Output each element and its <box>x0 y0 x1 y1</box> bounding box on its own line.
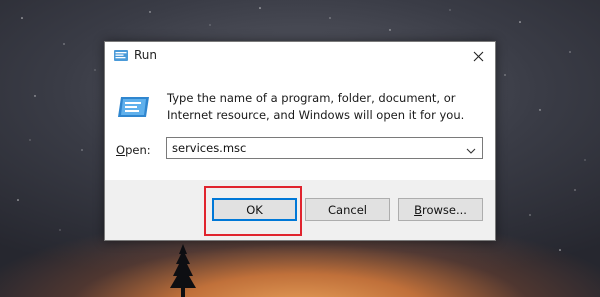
close-icon <box>473 47 484 66</box>
browse-button[interactable]: Browse... <box>398 198 483 221</box>
dialog-description: Type the name of a program, folder, docu… <box>167 91 465 122</box>
open-input[interactable] <box>167 138 457 158</box>
run-icon <box>117 94 151 120</box>
open-label-accelerator: O <box>116 143 126 157</box>
run-icon <box>113 48 129 64</box>
open-combobox[interactable] <box>166 137 483 159</box>
open-label: Open: <box>116 143 151 157</box>
cancel-button[interactable]: Cancel <box>305 198 390 221</box>
dialog-title: Run <box>134 48 158 62</box>
ok-button[interactable]: OK <box>212 198 297 221</box>
tree-silhouette <box>170 244 196 297</box>
chevron-down-icon <box>466 139 476 158</box>
open-label-text: pen: <box>125 143 151 157</box>
title-bar: Run <box>105 42 495 70</box>
button-bar: OK Cancel Browse... <box>105 180 495 240</box>
dropdown-button[interactable] <box>460 138 482 158</box>
browse-label: rowse... <box>421 202 467 217</box>
run-dialog: Run Type the name of a program, folder, … <box>104 41 496 241</box>
browse-accelerator: B <box>414 202 422 217</box>
close-button[interactable] <box>461 42 495 70</box>
